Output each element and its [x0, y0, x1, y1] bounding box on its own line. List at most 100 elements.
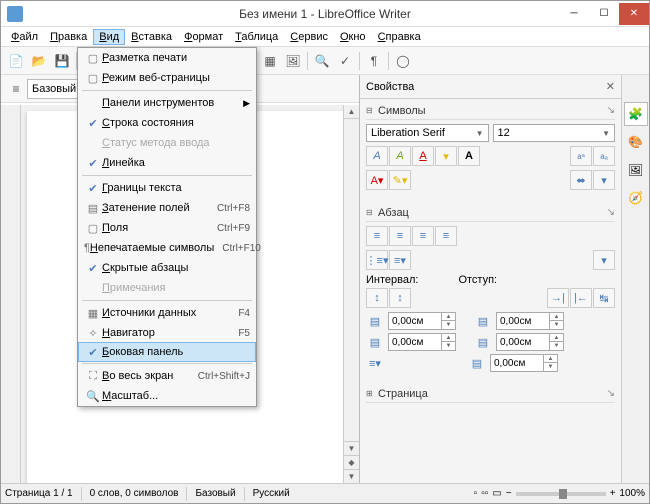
- menu-item[interactable]: ✔Строка состояния: [78, 113, 256, 133]
- align-left-button[interactable]: ≡: [366, 226, 388, 246]
- table-button[interactable]: ▦: [259, 50, 281, 72]
- tab-properties[interactable]: 🧩: [624, 102, 648, 126]
- menu-item[interactable]: ✔Границы текста: [78, 178, 256, 198]
- char-spacing-button[interactable]: ⬌: [570, 170, 592, 190]
- space-below-spinner[interactable]: ▲▼: [388, 333, 456, 351]
- menu-правка[interactable]: Правка: [44, 29, 93, 45]
- number-list-button[interactable]: ≡▾: [389, 250, 411, 270]
- inc-spacing-button[interactable]: ↕: [366, 288, 388, 308]
- more-options-icon[interactable]: ↘: [607, 207, 615, 218]
- zoom-in-icon[interactable]: +: [610, 488, 616, 499]
- char-more-button[interactable]: ▾: [593, 170, 615, 190]
- tab-gallery[interactable]: 🖼: [624, 158, 648, 182]
- section-para-header[interactable]: ⊟ Абзац ↘: [366, 204, 615, 222]
- vertical-ruler[interactable]: [1, 105, 21, 483]
- align-center-button[interactable]: ≡: [389, 226, 411, 246]
- font-color-button[interactable]: A▾: [366, 170, 388, 190]
- space-above-spinner[interactable]: ▲▼: [388, 312, 456, 330]
- line-spacing-icon: ≡▾: [366, 357, 384, 370]
- para-bg-button[interactable]: ▾: [593, 250, 615, 270]
- save-button[interactable]: 💾: [51, 50, 73, 72]
- align-justify-button[interactable]: ≡: [435, 226, 457, 246]
- bullet-list-button[interactable]: ⋮≡▾: [366, 250, 388, 270]
- view-multi-icon[interactable]: ▫▫: [481, 488, 488, 499]
- menu-таблица[interactable]: Таблица: [229, 29, 284, 45]
- font-name-combo[interactable]: Liberation Serif▼: [366, 124, 489, 142]
- underline-button[interactable]: A: [412, 146, 434, 166]
- menu-item[interactable]: ▢ПоляCtrl+F9: [78, 218, 256, 238]
- menu-item[interactable]: Панели инструментов▶: [78, 93, 256, 113]
- highlight-button[interactable]: ✎▾: [389, 170, 411, 190]
- tab-navigator[interactable]: 🧭: [624, 186, 648, 210]
- spell-button[interactable]: ✓: [334, 50, 356, 72]
- italic-button[interactable]: A: [389, 146, 411, 166]
- inc-indent-button[interactable]: →|: [547, 288, 569, 308]
- status-page[interactable]: Страница 1 / 1: [5, 488, 73, 499]
- menu-item[interactable]: ✔Линейка: [78, 153, 256, 173]
- interval-label: Интервал:: [366, 274, 418, 286]
- menu-файл[interactable]: Файл: [5, 29, 44, 45]
- menu-сервис[interactable]: Сервис: [284, 29, 334, 45]
- status-style[interactable]: Базовый: [195, 488, 235, 499]
- bold-button[interactable]: A: [366, 146, 388, 166]
- menu-item[interactable]: ▢Режим веб-страницы: [78, 68, 256, 88]
- first-line-indent-spinner[interactable]: ▲▼: [490, 354, 558, 372]
- zoom-out-icon[interactable]: −: [506, 488, 512, 499]
- sidebar-title: Свойства: [366, 81, 414, 93]
- indent-left-spinner[interactable]: ▲▼: [496, 312, 564, 330]
- shadow-button[interactable]: A: [458, 146, 480, 166]
- nonprint-button[interactable]: ¶: [363, 50, 385, 72]
- menu-item[interactable]: ✔Скрытые абзацы: [78, 258, 256, 278]
- status-lang[interactable]: Русский: [253, 488, 290, 499]
- close-button[interactable]: ✕: [619, 3, 649, 25]
- hanging-indent-button[interactable]: ↹: [593, 288, 615, 308]
- status-words[interactable]: 0 слов, 0 символов: [90, 488, 179, 499]
- menu-формат[interactable]: Формат: [178, 29, 229, 45]
- menu-item[interactable]: ¶Непечатаемые символыCtrl+F10: [78, 238, 256, 258]
- menu-item: Статус метода ввода: [78, 133, 256, 153]
- more-options-icon[interactable]: ↘: [607, 105, 615, 116]
- view-book-icon[interactable]: ▭: [492, 488, 501, 499]
- sidebar-close-icon[interactable]: ✕: [606, 80, 615, 93]
- menu-item[interactable]: ▦Источники данныхF4: [78, 303, 256, 323]
- menu-item[interactable]: ✧НавигаторF5: [78, 323, 256, 343]
- open-button[interactable]: 📂: [28, 50, 50, 72]
- tab-styles[interactable]: 🎨: [624, 130, 648, 154]
- styles-button[interactable]: ≡: [5, 78, 27, 100]
- zoom-value[interactable]: 100%: [619, 488, 645, 499]
- find-button[interactable]: 🔍: [311, 50, 333, 72]
- titlebar: Без имени 1 - LibreOffice Writer ─ ☐ ✕: [1, 1, 649, 27]
- strikethrough-button[interactable]: ▾: [435, 146, 457, 166]
- section-page-header[interactable]: ⊞ Страница ↘: [366, 385, 615, 403]
- more-options-icon[interactable]: ↘: [607, 388, 615, 399]
- zoom-slider[interactable]: [516, 492, 606, 496]
- vertical-scrollbar[interactable]: ▲ ▼ ◆ ▼: [343, 105, 359, 483]
- indent-right-spinner[interactable]: ▲▼: [496, 333, 564, 351]
- font-size-combo[interactable]: 12▼: [493, 124, 616, 142]
- align-right-button[interactable]: ≡: [412, 226, 434, 246]
- menu-item[interactable]: ✔Боковая панель: [78, 342, 256, 362]
- menu-справка[interactable]: Справка: [372, 29, 427, 45]
- section-chars-header[interactable]: ⊟ Символы ↘: [366, 102, 615, 120]
- sidebar-title-bar: Свойства ✕: [360, 75, 621, 99]
- menubar: ФайлПравкаВидВставкаФорматТаблицаСервисО…: [1, 27, 649, 47]
- view-menu-dropdown: ▢Разметка печати▢Режим веб-страницы Панел…: [77, 47, 257, 407]
- menu-item[interactable]: 🔍Масштаб...: [78, 386, 256, 406]
- menu-вставка[interactable]: Вставка: [125, 29, 178, 45]
- subscript-button[interactable]: aₐ: [593, 146, 615, 166]
- menu-item[interactable]: ▤Затенение полейCtrl+F8: [78, 198, 256, 218]
- view-single-icon[interactable]: ▫: [474, 488, 478, 499]
- menu-вид[interactable]: Вид: [93, 29, 125, 45]
- help-button[interactable]: ◯: [392, 50, 414, 72]
- dec-indent-button[interactable]: |←: [570, 288, 592, 308]
- menu-item[interactable]: ▢Разметка печати: [78, 48, 256, 68]
- dec-spacing-button[interactable]: ↕: [389, 288, 411, 308]
- minimize-button[interactable]: ─: [559, 3, 589, 25]
- new-doc-button[interactable]: 📄: [5, 50, 27, 72]
- menu-item[interactable]: ⛶Во весь экранCtrl+Shift+J: [78, 366, 256, 386]
- image-button[interactable]: 🖼: [282, 50, 304, 72]
- sidebar: Свойства ✕ ⊟ Символы ↘ Liberation Serif▼…: [359, 75, 649, 483]
- maximize-button[interactable]: ☐: [589, 3, 619, 25]
- menu-окно[interactable]: Окно: [334, 29, 372, 45]
- superscript-button[interactable]: aᵃ: [570, 146, 592, 166]
